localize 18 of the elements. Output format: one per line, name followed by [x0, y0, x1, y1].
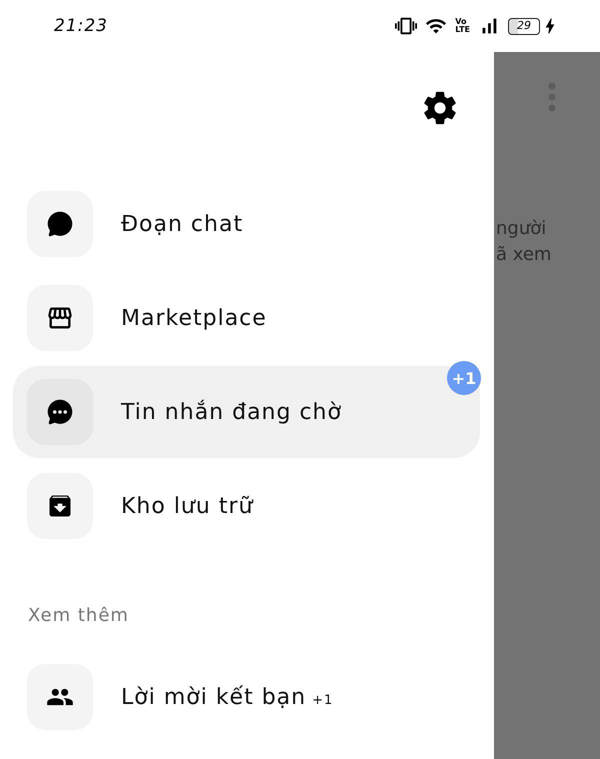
menu-item[interactable]: Kho lưu trữ — [13, 460, 480, 552]
volte-label: Vo LTE — [455, 18, 470, 34]
clock: 21:23 — [54, 16, 108, 36]
menu-label: Đoạn chat — [121, 212, 244, 236]
menu-item[interactable]: Lời mời kết bạn +1 — [13, 651, 480, 743]
background-text: ã xem — [496, 243, 552, 267]
menu-label: Kho lưu trữ — [121, 494, 254, 518]
menu-label: Marketplace — [121, 306, 267, 330]
section-title: Xem thêm — [28, 605, 130, 626]
menu-item[interactable]: Đoạn chat — [13, 178, 480, 270]
menu-label: Lời mời kết bạn +1 — [121, 684, 334, 710]
menu-item[interactable]: Marketplace — [13, 272, 480, 364]
settings-icon[interactable] — [422, 90, 458, 126]
menu-label: Tin nhắn đang chờ — [121, 400, 342, 424]
vibrate-icon — [395, 15, 418, 37]
count-badge: +1 — [447, 361, 481, 395]
background-text: người — [496, 217, 548, 241]
battery-level: 29 — [508, 18, 540, 34]
